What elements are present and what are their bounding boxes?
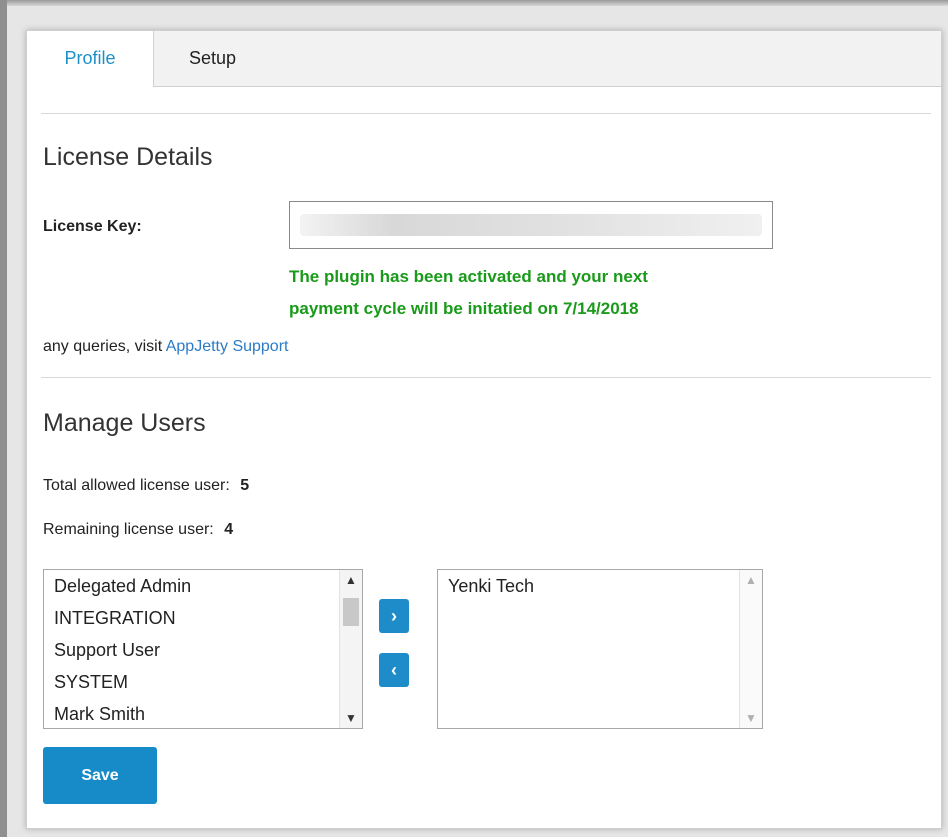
appjetty-support-link[interactable]: AppJetty Support bbox=[166, 338, 289, 355]
divider bbox=[41, 377, 931, 378]
scroll-down-icon[interactable]: ▼ bbox=[740, 710, 762, 726]
available-users-list[interactable]: Delegated Admin INTEGRATION Support User… bbox=[43, 569, 363, 729]
scroll-down-icon[interactable]: ▼ bbox=[340, 710, 362, 726]
scroll-up-icon[interactable]: ▲ bbox=[340, 572, 362, 588]
manage-users-heading: Manage Users bbox=[43, 409, 206, 437]
chevron-right-icon: › bbox=[391, 606, 397, 626]
license-key-field[interactable] bbox=[289, 201, 773, 249]
remaining-users-row: Remaining license user: 4 bbox=[43, 521, 233, 539]
remaining-users-label: Remaining license user: bbox=[43, 521, 214, 538]
license-panel: Profile Setup License Details License Ke… bbox=[26, 30, 942, 829]
list-item[interactable]: Delegated Admin bbox=[44, 570, 362, 602]
assigned-users-scrollbar[interactable]: ▲ ▼ bbox=[739, 570, 762, 728]
list-item[interactable]: Mark Smith bbox=[44, 698, 362, 730]
total-users-label: Total allowed license user: bbox=[43, 477, 230, 494]
license-details-heading: License Details bbox=[43, 143, 213, 171]
license-key-label: License Key: bbox=[43, 218, 142, 235]
tab-setup[interactable]: Setup bbox=[189, 31, 236, 86]
available-users-scrollbar[interactable]: ▲ ▼ bbox=[339, 570, 362, 728]
scrollbar-thumb[interactable] bbox=[343, 598, 359, 626]
activation-status: The plugin has been activated and your n… bbox=[289, 261, 809, 325]
tab-bar: Profile Setup bbox=[27, 31, 941, 87]
move-right-button[interactable]: › bbox=[379, 599, 409, 633]
chevron-left-icon: ‹ bbox=[391, 660, 397, 680]
scroll-up-icon[interactable]: ▲ bbox=[740, 572, 762, 588]
total-users-value: 5 bbox=[240, 477, 250, 494]
save-button[interactable]: Save bbox=[43, 747, 157, 804]
list-item[interactable]: SYSTEM bbox=[44, 666, 362, 698]
window-left-edge bbox=[0, 0, 7, 837]
queries-prefix: any queries, visit bbox=[43, 338, 166, 355]
tab-profile[interactable]: Profile bbox=[27, 31, 154, 87]
remaining-users-value: 4 bbox=[224, 521, 234, 538]
list-item[interactable]: Support User bbox=[44, 634, 362, 666]
total-users-row: Total allowed license user: 5 bbox=[43, 477, 249, 495]
window-top-edge bbox=[0, 0, 948, 6]
list-item[interactable]: Yenki Tech bbox=[438, 570, 762, 602]
activation-status-line1: The plugin has been activated and your n… bbox=[289, 267, 648, 286]
license-key-redacted bbox=[300, 214, 762, 236]
move-left-button[interactable]: ‹ bbox=[379, 653, 409, 687]
list-item[interactable]: INTEGRATION bbox=[44, 602, 362, 634]
activation-status-line2: payment cycle will be initatied on 7/14/… bbox=[289, 299, 639, 318]
divider bbox=[41, 113, 931, 114]
assigned-users-list[interactable]: Yenki Tech ▲ ▼ bbox=[437, 569, 763, 729]
queries-text: any queries, visit AppJetty Support bbox=[43, 338, 288, 356]
